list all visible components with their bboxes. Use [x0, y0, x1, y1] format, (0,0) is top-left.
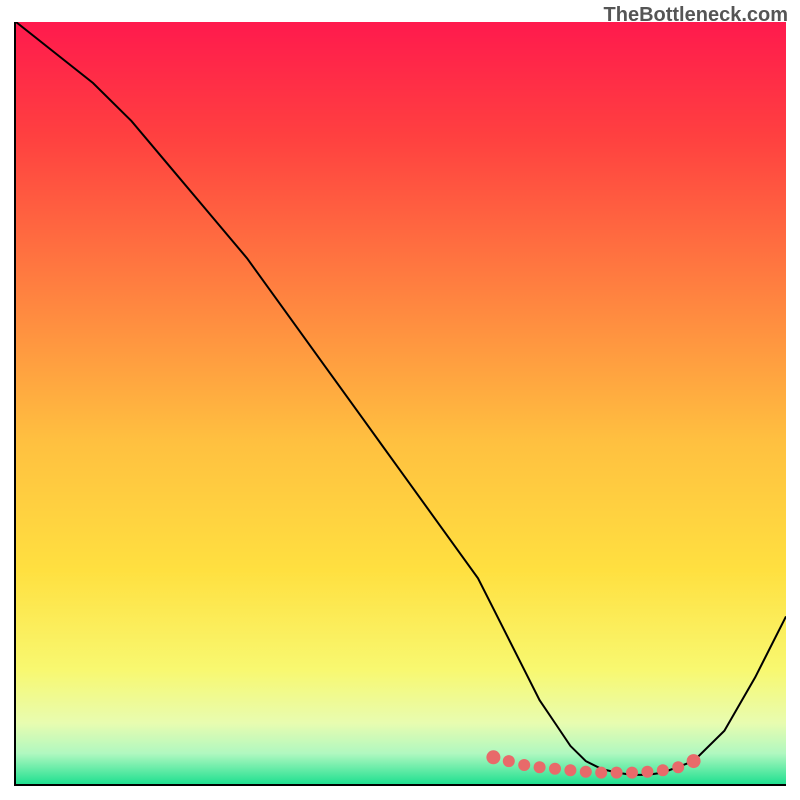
- highlight-dot: [534, 761, 546, 773]
- highlight-dot: [657, 764, 669, 776]
- highlight-dot: [672, 761, 684, 773]
- watermark-text: TheBottleneck.com: [604, 4, 788, 27]
- highlight-dot: [549, 763, 561, 775]
- highlight-dot: [503, 755, 515, 767]
- highlight-dot: [595, 767, 607, 779]
- highlight-dot: [687, 754, 701, 768]
- highlight-dot: [564, 764, 576, 776]
- highlight-dot: [580, 766, 592, 778]
- highlight-dot: [641, 766, 653, 778]
- highlight-dot: [611, 767, 623, 779]
- plot-area: [14, 22, 786, 786]
- highlight-dot: [626, 767, 638, 779]
- highlight-dot: [518, 759, 530, 771]
- curve-layer: [16, 22, 786, 784]
- main-curve: [16, 22, 786, 775]
- highlight-dot: [486, 750, 500, 764]
